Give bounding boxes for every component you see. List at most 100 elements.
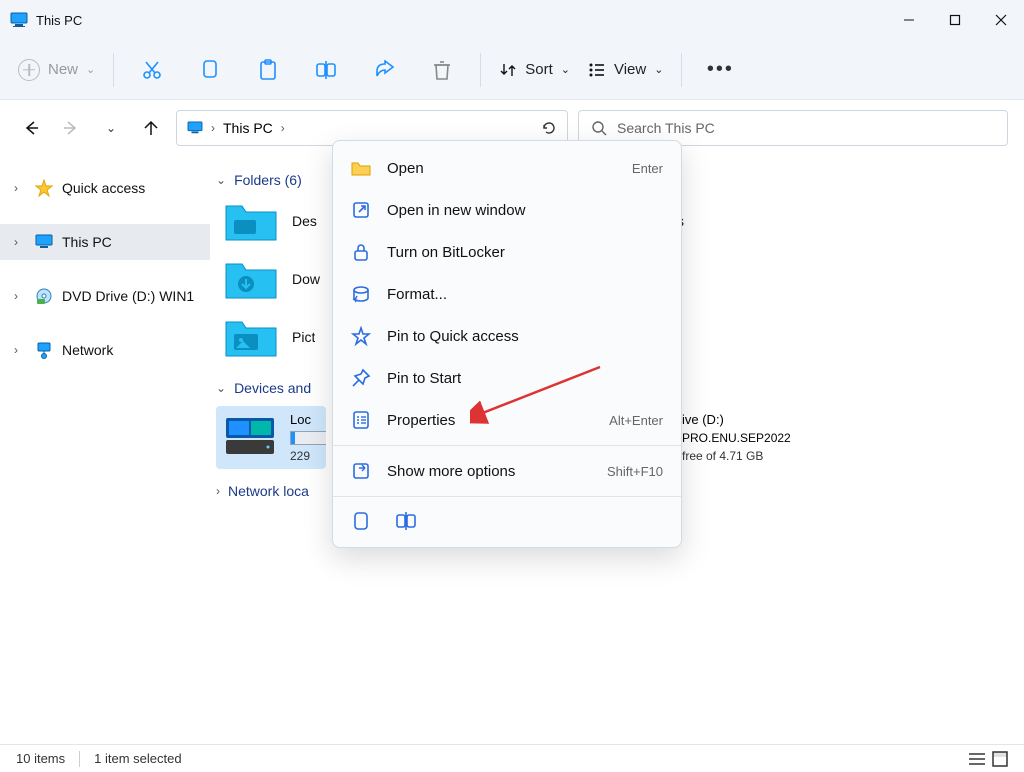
context-menu-open[interactable]: Open Enter — [333, 147, 681, 189]
trash-icon — [432, 59, 452, 81]
format-icon — [351, 284, 371, 304]
rename-icon — [315, 60, 337, 80]
paste-button[interactable] — [248, 50, 288, 90]
chevron-right-icon[interactable]: › — [281, 121, 285, 135]
folder-label: Pict — [292, 329, 315, 345]
status-selected-count: 1 item selected — [94, 751, 181, 766]
arrow-left-icon — [22, 119, 40, 137]
folder-label: Des — [292, 213, 317, 229]
group-label: Folders (6) — [234, 172, 302, 188]
window-title: This PC — [36, 13, 82, 28]
context-menu-properties[interactable]: Properties Alt+Enter — [333, 399, 681, 441]
device-name: Loc — [290, 412, 326, 427]
sort-button[interactable]: Sort ⌄ — [499, 61, 570, 79]
folder-icon — [351, 158, 371, 178]
new-button[interactable]: New ⌄ — [18, 59, 95, 81]
context-menu-label: Turn on BitLocker — [387, 244, 505, 261]
share-button[interactable] — [364, 50, 404, 90]
context-menu-shortcut: Enter — [632, 161, 663, 176]
more-options-icon — [351, 461, 371, 481]
star-icon — [351, 326, 371, 346]
sidebar-item-this-pc[interactable]: › This PC — [0, 224, 210, 260]
clipboard-icon — [258, 59, 278, 81]
refresh-button[interactable] — [541, 120, 557, 136]
view-label: View — [614, 61, 646, 78]
star-icon — [34, 178, 54, 198]
context-menu-shortcut: Alt+Enter — [609, 413, 663, 428]
file-explorer-window: This PC New ⌄ — [0, 0, 1024, 772]
drive-icon — [222, 412, 278, 458]
separator — [113, 53, 114, 87]
context-menu-label: Pin to Quick access — [387, 328, 519, 345]
forward-button[interactable] — [56, 113, 86, 143]
storage-bar — [290, 431, 326, 445]
this-pc-icon — [10, 12, 28, 28]
status-bar: 10 items 1 item selected — [0, 744, 1024, 772]
copy-button[interactable] — [351, 511, 373, 533]
sidebar-item-label: Quick access — [62, 180, 145, 196]
minimize-button[interactable] — [886, 0, 932, 40]
sort-label: Sort — [525, 61, 553, 78]
expand-icon[interactable]: › — [14, 343, 26, 357]
command-bar: New ⌄ Sort ⌄ View ⌄ — [0, 40, 1024, 100]
scissors-icon — [141, 59, 163, 81]
ellipsis-icon: ••• — [707, 58, 734, 81]
rename-button[interactable] — [395, 511, 417, 533]
sidebar-item-network[interactable]: › Network — [0, 332, 210, 368]
new-button-label: New — [48, 61, 78, 78]
list-icon — [588, 61, 606, 79]
this-pc-icon — [34, 232, 54, 252]
context-menu-open-new-window[interactable]: Open in new window — [333, 189, 681, 231]
recent-locations-button[interactable]: ⌄ — [96, 113, 126, 143]
plus-circle-icon — [18, 59, 40, 81]
copy-button[interactable] — [190, 50, 230, 90]
device-tile-local-disk[interactable]: Loc 229 — [216, 406, 326, 469]
context-menu-format[interactable]: Format... — [333, 273, 681, 315]
expand-icon[interactable]: › — [216, 484, 220, 498]
expand-icon[interactable]: › — [14, 235, 26, 249]
collapse-icon[interactable]: ⌄ — [216, 381, 226, 395]
expand-icon[interactable]: › — [14, 289, 26, 303]
separator — [480, 53, 481, 87]
expand-icon[interactable]: › — [14, 181, 26, 195]
separator — [79, 751, 80, 767]
sort-icon — [499, 61, 517, 79]
lock-icon — [351, 242, 371, 262]
chevron-down-icon: ⌄ — [654, 63, 663, 76]
collapse-icon[interactable]: ⌄ — [216, 173, 226, 187]
view-button[interactable]: View ⌄ — [588, 61, 663, 79]
context-menu-pin-quick-access[interactable]: Pin to Quick access — [333, 315, 681, 357]
context-menu-show-more[interactable]: Show more options Shift+F10 — [333, 450, 681, 492]
breadcrumb[interactable]: This PC — [223, 120, 273, 136]
arrow-up-icon — [142, 119, 160, 137]
device-line2: PRO.ENU.SEP2022 — [682, 431, 791, 445]
navigation-pane: › Quick access › This PC › DVD — [0, 156, 210, 744]
details-view-button[interactable] — [968, 751, 986, 767]
more-button[interactable]: ••• — [700, 50, 740, 90]
up-button[interactable] — [136, 113, 166, 143]
rename-button[interactable] — [306, 50, 346, 90]
delete-button[interactable] — [422, 50, 462, 90]
folder-icon — [224, 314, 278, 360]
maximize-button[interactable] — [932, 0, 978, 40]
context-menu-label: Properties — [387, 412, 455, 429]
context-menu-bitlocker[interactable]: Turn on BitLocker — [333, 231, 681, 273]
context-menu-label: Open — [387, 160, 424, 177]
status-item-count: 10 items — [16, 751, 65, 766]
close-button[interactable] — [978, 0, 1024, 40]
folder-icon — [224, 256, 278, 302]
sidebar-item-dvd-drive[interactable]: › DVD Drive (D:) WIN1 — [0, 278, 210, 314]
sidebar-item-quick-access[interactable]: › Quick access — [0, 170, 210, 206]
thumbnails-view-button[interactable] — [992, 751, 1008, 767]
context-menu-tray — [333, 501, 681, 541]
chevron-right-icon[interactable]: › — [211, 121, 215, 135]
back-button[interactable] — [16, 113, 46, 143]
context-menu-pin-start[interactable]: Pin to Start — [333, 357, 681, 399]
group-label: Devices and — [234, 380, 311, 396]
device-tile-dvd-drive[interactable]: ive (D:) PRO.ENU.SEP2022 free of 4.71 GB — [676, 406, 956, 469]
chevron-down-icon: ⌄ — [106, 121, 116, 135]
device-name: ive (D:) — [682, 412, 791, 427]
cut-button[interactable] — [132, 50, 172, 90]
title-bar: This PC — [0, 0, 1024, 40]
sidebar-item-label: Network — [62, 342, 113, 358]
